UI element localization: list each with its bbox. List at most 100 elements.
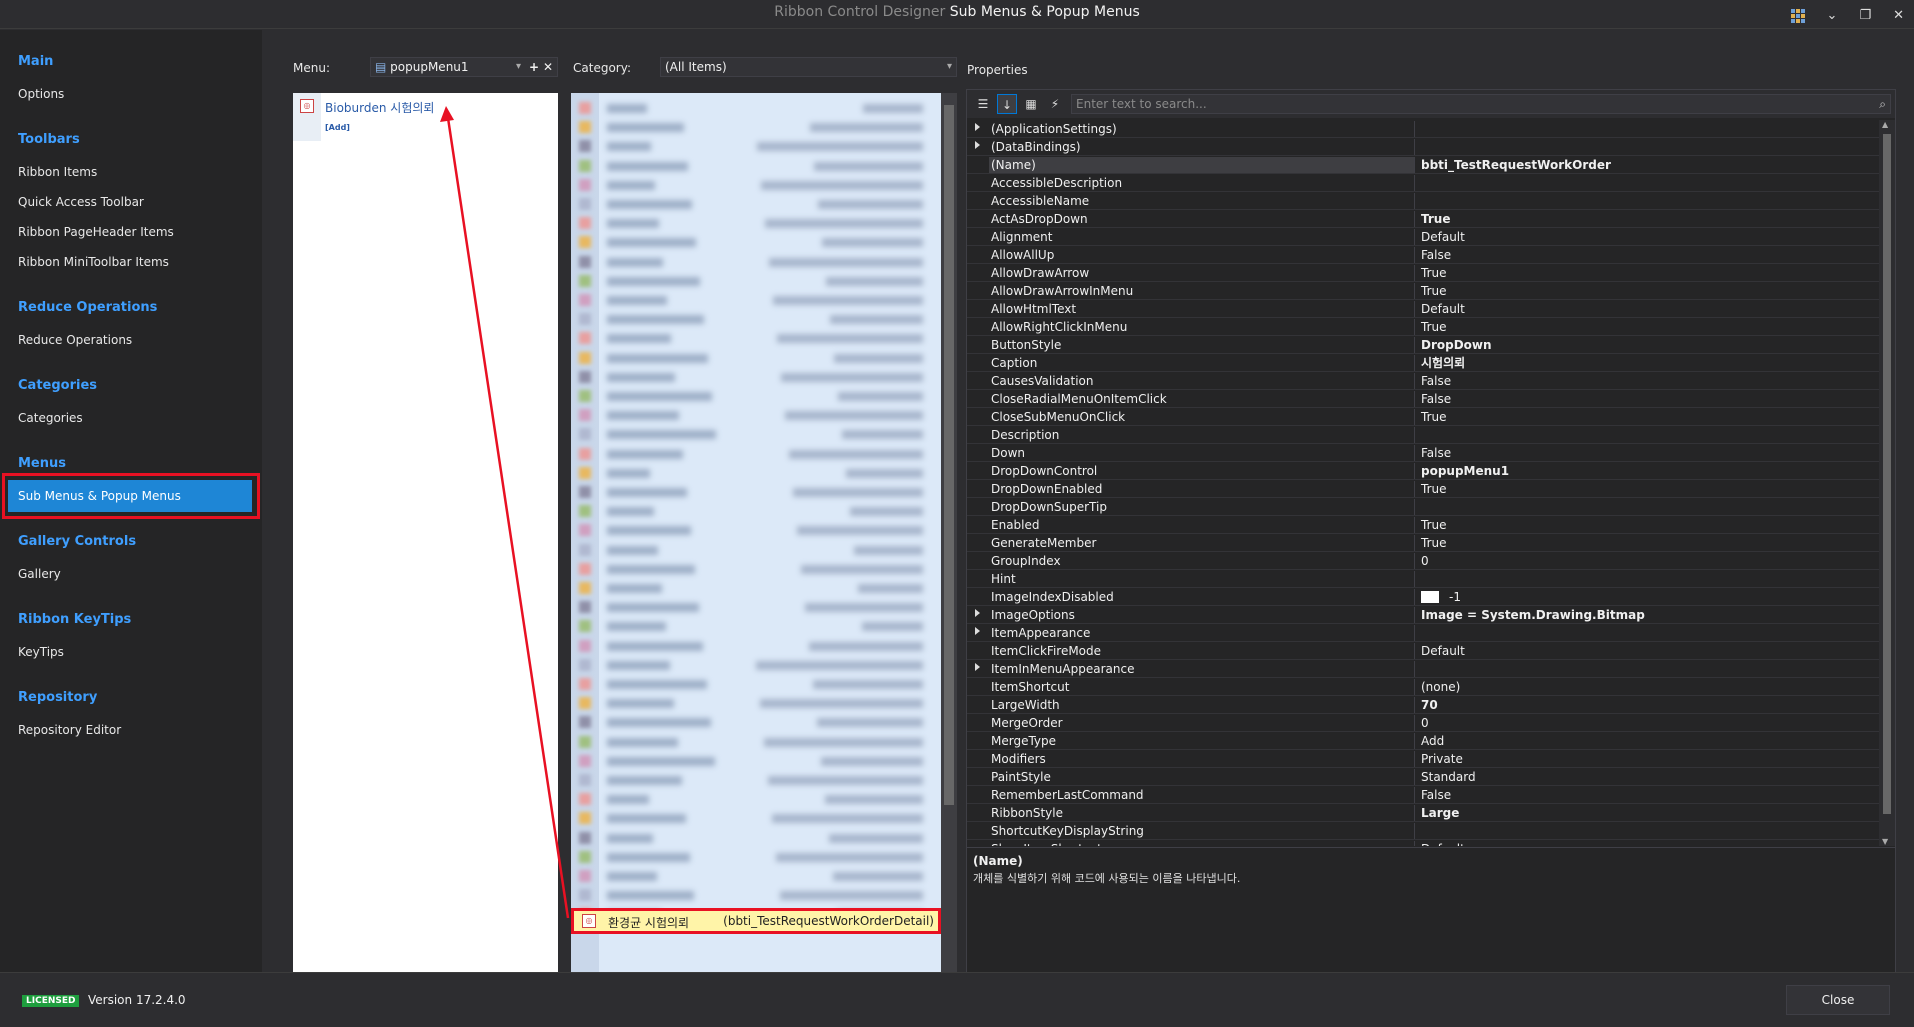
property-row[interactable]: DropDownControl popupMenu1 (967, 462, 1879, 480)
property-grid[interactable]: (ApplicationSettings) (DataBindings) (Name… (967, 120, 1879, 846)
scroll-up-icon[interactable]: ▲ (1882, 120, 1888, 129)
property-value[interactable]: Default (1421, 841, 1465, 846)
property-value[interactable]: Default (1421, 301, 1465, 317)
close-icon[interactable]: ✕ (1893, 4, 1904, 28)
list-item[interactable] (577, 274, 927, 288)
add-item-link[interactable]: [Add] (325, 123, 350, 132)
property-value[interactable]: False (1421, 445, 1451, 461)
property-row[interactable]: AllowRightClickInMenu True (967, 318, 1879, 336)
sidebar-item-keytips[interactable]: KeyTips (18, 645, 64, 659)
sidebar-item-ribbon-minitoolbar-items[interactable]: Ribbon MiniToolbar Items (18, 255, 169, 269)
property-row[interactable]: (DataBindings) (967, 138, 1879, 156)
property-value[interactable]: 0 (1421, 715, 1429, 731)
search-icon[interactable]: ⌕ (1879, 95, 1886, 113)
property-row[interactable]: ItemShortcut (none) (967, 678, 1879, 696)
expand-icon[interactable] (975, 123, 980, 131)
list-item[interactable] (577, 831, 927, 845)
property-row[interactable]: (ApplicationSettings) (967, 120, 1879, 138)
sidebar-item-ribbon-items[interactable]: Ribbon Items (18, 165, 97, 179)
property-row[interactable]: AccessibleName (967, 192, 1879, 210)
sidebar-item-quick-access-toolbar[interactable]: Quick Access Toolbar (18, 195, 144, 209)
sidebar-item-ribbon-pageheader-items[interactable]: Ribbon PageHeader Items (18, 225, 174, 239)
list-item[interactable] (577, 696, 927, 710)
property-row[interactable]: ShortcutKeyDisplayString (967, 822, 1879, 840)
property-row[interactable]: GenerateMember True (967, 534, 1879, 552)
list-item[interactable] (577, 351, 927, 365)
property-row[interactable]: ItemClickFireMode Default (967, 642, 1879, 660)
dropdown-arrow-icon[interactable]: ▾ (947, 58, 952, 76)
list-item[interactable] (577, 370, 927, 384)
expand-icon[interactable] (975, 627, 980, 635)
list-item[interactable] (577, 216, 927, 230)
property-row[interactable]: LargeWidth 70 (967, 696, 1879, 714)
list-item[interactable] (577, 677, 927, 691)
list-item[interactable] (577, 159, 927, 173)
sidebar-item-reduce-operations[interactable]: Reduce Operations (18, 333, 132, 347)
restore-icon[interactable]: ❐ (1859, 4, 1871, 28)
list-item[interactable] (577, 850, 927, 864)
property-row[interactable]: ShowItemShortcut Default (967, 840, 1879, 846)
menu-items-list[interactable]: ◎ Bioburden 시험의뢰 [Add] (293, 93, 558, 973)
delete-menu-icon[interactable]: ✕ (543, 58, 553, 76)
property-row[interactable]: Modifiers Private (967, 750, 1879, 768)
add-menu-icon[interactable]: + (529, 58, 539, 76)
list-item[interactable] (577, 773, 927, 787)
property-value[interactable]: 0 (1421, 553, 1429, 569)
list-item[interactable] (577, 312, 927, 326)
property-value[interactable]: True (1421, 481, 1447, 497)
menu-item[interactable]: ◎ Bioburden 시험의뢰 [Add] (293, 93, 558, 141)
scroll-down-icon[interactable]: ▼ (1882, 837, 1888, 846)
property-row[interactable]: ItemInMenuAppearance (967, 660, 1879, 678)
property-row[interactable]: MergeType Add (967, 732, 1879, 750)
chevron-down-icon[interactable]: ⌄ (1827, 4, 1838, 28)
property-row[interactable]: RememberLastCommand False (967, 786, 1879, 804)
list-item[interactable] (577, 389, 927, 403)
expand-icon[interactable] (975, 663, 980, 671)
property-row[interactable]: ImageOptions Image = System.Drawing.Bitma… (967, 606, 1879, 624)
property-value[interactable]: Standard (1421, 769, 1476, 785)
sidebar-item-options[interactable]: Options (18, 87, 64, 101)
list-item[interactable] (577, 504, 927, 518)
property-row[interactable]: Alignment Default (967, 228, 1879, 246)
property-row[interactable]: Caption 시험의뢰 (967, 354, 1879, 372)
property-value[interactable]: 70 (1421, 697, 1438, 713)
list-item[interactable] (577, 101, 927, 115)
highlighted-category-item[interactable]: ◎ 환경균 시험의뢰 (bbti_TestRequestWorkOrderDet… (571, 908, 941, 934)
property-value[interactable]: False (1421, 391, 1451, 407)
list-item[interactable] (577, 619, 927, 633)
list-item[interactable] (577, 139, 927, 153)
property-row[interactable]: ImageIndexDisabled -1 (967, 588, 1879, 606)
property-row[interactable]: AllowDrawArrow True (967, 264, 1879, 282)
property-row[interactable]: MergeOrder 0 (967, 714, 1879, 732)
property-row[interactable]: CloseSubMenuOnClick True (967, 408, 1879, 426)
property-row[interactable]: CausesValidation False (967, 372, 1879, 390)
list-item[interactable] (577, 331, 927, 345)
list-item[interactable] (577, 792, 927, 806)
list-item[interactable] (577, 120, 927, 134)
property-value[interactable]: bbti_TestRequestWorkOrder (1421, 157, 1611, 173)
list-item[interactable] (577, 408, 927, 422)
property-row[interactable]: AllowHtmlText Default (967, 300, 1879, 318)
property-row[interactable]: ActAsDropDown True (967, 210, 1879, 228)
list-item[interactable] (577, 543, 927, 557)
list-item[interactable] (577, 754, 927, 768)
property-value[interactable]: popupMenu1 (1421, 463, 1509, 479)
categorized-icon[interactable]: ☰ (973, 94, 993, 114)
property-pages-icon[interactable]: ▦ (1021, 94, 1041, 114)
property-row[interactable]: DropDownEnabled True (967, 480, 1879, 498)
property-value[interactable]: Default (1421, 229, 1465, 245)
list-item[interactable] (577, 255, 927, 269)
menu-select[interactable]: ▤ popupMenu1 ▾ + ✕ (370, 57, 558, 77)
list-item[interactable] (577, 811, 927, 825)
property-value[interactable]: Large (1421, 805, 1459, 821)
list-item[interactable] (577, 581, 927, 595)
property-row[interactable]: GroupIndex 0 (967, 552, 1879, 570)
list-item[interactable] (577, 869, 927, 883)
list-item[interactable] (577, 600, 927, 614)
category-items-list[interactable] (571, 93, 941, 973)
category-select[interactable]: (All Items) ▾ (660, 57, 957, 77)
close-button[interactable]: Close (1786, 985, 1890, 1015)
property-row[interactable]: RibbonStyle Large (967, 804, 1879, 822)
property-row[interactable]: AllowAllUp False (967, 246, 1879, 264)
property-value[interactable]: True (1421, 517, 1447, 533)
